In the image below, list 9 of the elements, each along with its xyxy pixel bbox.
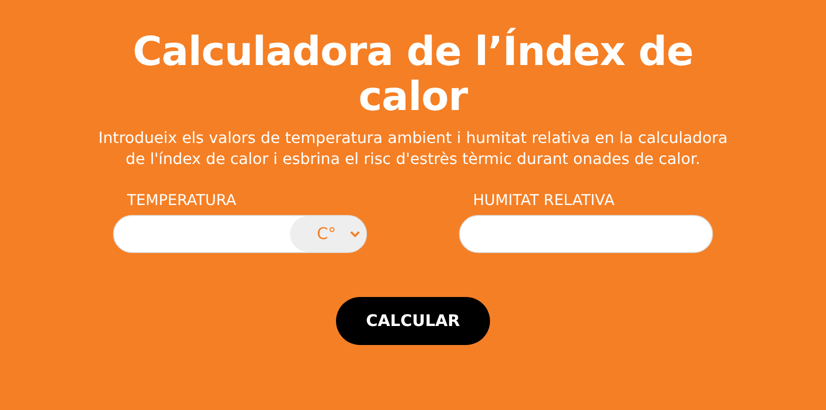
field-label: TEMPERATURA: [127, 190, 238, 210]
calculate-button[interactable]: CALCULAR: [336, 297, 490, 345]
description-text: Introdueix els valors de temperatura ambient i humitat relativa en la calculadora de l'índex de calor i esbrina el risc d'estrès tèrmic durant onades de calor.: [97, 128, 729, 170]
humidity-field[interactable]: [459, 215, 713, 253]
temperature-field[interactable]: C°: [113, 215, 367, 253]
chevron-down-icon: [350, 230, 360, 238]
page-title: Calculadora de l’Índex de calor: [132, 30, 694, 120]
field-label: HUMITAT RELATIVA: [473, 190, 616, 210]
unit-select[interactable]: C°: [290, 216, 366, 252]
